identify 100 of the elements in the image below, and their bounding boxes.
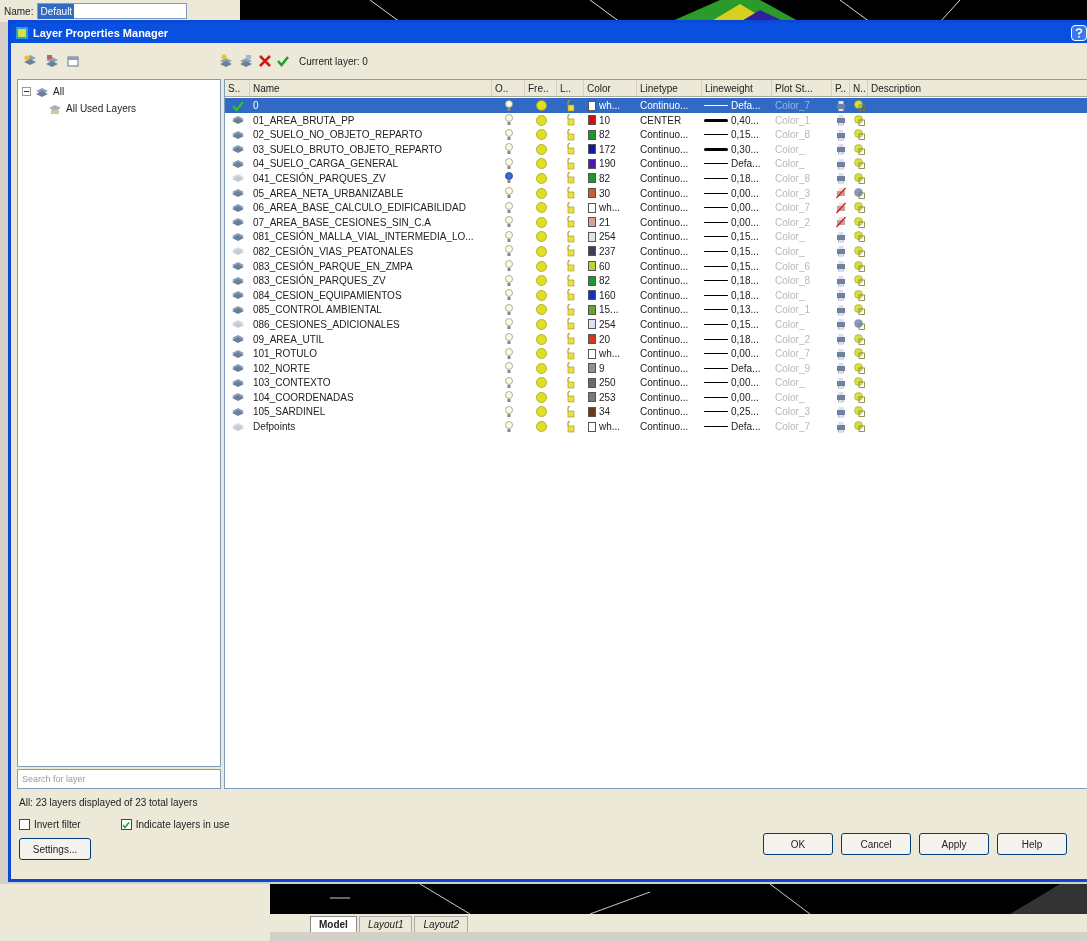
layer-row[interactable]: 085_CONTROL AMBIENTAL 15... Continuo... 0,13... Color_1 xyxy=(225,302,1087,317)
layer-states-icon[interactable] xyxy=(67,55,79,67)
color-swatch[interactable] xyxy=(588,275,596,286)
layer-row[interactable]: 03_SUELO_BRUTO_OBJETO_REPARTO 172 Continuo... 0,30... Color_ xyxy=(225,141,1087,157)
linetype-name[interactable]: Continuo... xyxy=(640,127,689,143)
column-header[interactable]: P.. xyxy=(832,80,850,96)
layer-row[interactable]: 104_COORDENADAS 253 Continuo... 0,00... Color_ xyxy=(225,389,1087,405)
checkmark-icon[interactable] xyxy=(277,55,289,67)
column-header[interactable]: Description xyxy=(868,80,1087,96)
printer-icon[interactable] xyxy=(836,274,846,287)
viewport-freeze-icon[interactable] xyxy=(853,391,865,403)
viewport-freeze-icon[interactable] xyxy=(853,304,865,316)
linetype-name[interactable]: Continuo... xyxy=(640,389,689,405)
viewport-freeze-icon[interactable] xyxy=(853,421,865,433)
viewport-freeze-icon[interactable] xyxy=(853,245,865,257)
layer-name-dropdown[interactable]: Default xyxy=(37,3,188,19)
printer-icon[interactable] xyxy=(836,318,846,331)
viewport-freeze-icon[interactable] xyxy=(853,216,865,228)
color-swatch[interactable] xyxy=(588,334,596,344)
printer-icon[interactable] xyxy=(836,99,846,112)
printer-icon[interactable] xyxy=(836,245,846,258)
color-swatch[interactable] xyxy=(588,406,596,417)
layer-row[interactable]: 083_CESIÓN_PARQUE_EN_ZMPA 60 Continuo... 0,15... Color_6 xyxy=(225,258,1087,274)
layer-row[interactable]: 041_CESIÓN_PARQUES_ZV 82 Continuo... 0,18... Color_8 xyxy=(225,170,1087,186)
linetype-name[interactable]: Continuo... xyxy=(640,404,689,420)
sun-icon[interactable] xyxy=(535,421,547,433)
delete-icon[interactable] xyxy=(259,55,271,67)
printer-icon[interactable] xyxy=(836,260,846,273)
viewport-freeze-icon[interactable] xyxy=(853,231,865,243)
dialog-button[interactable]: Apply xyxy=(919,833,989,855)
new-filter-icon[interactable] xyxy=(23,54,37,68)
lineweight-value[interactable]: 0,30... xyxy=(731,141,759,157)
color-swatch[interactable] xyxy=(588,231,596,242)
checkbox[interactable] xyxy=(120,819,132,830)
color-swatch[interactable] xyxy=(588,261,596,272)
layer-row[interactable]: 09_AREA_UTIL 20 Continuo... 0,18... Color_2 xyxy=(225,331,1087,347)
lineweight-value[interactable]: 0,18... xyxy=(731,287,759,303)
light-bulb-icon[interactable] xyxy=(504,245,513,258)
viewport-freeze-icon[interactable] xyxy=(853,275,865,287)
sun-icon[interactable] xyxy=(535,202,547,214)
unlocked-padlock-icon[interactable] xyxy=(566,362,575,375)
linetype-name[interactable]: Continuo... xyxy=(640,185,689,201)
unlocked-padlock-icon[interactable] xyxy=(566,143,575,156)
linetype-name[interactable]: Continuo... xyxy=(640,331,689,347)
viewport-freeze-icon[interactable] xyxy=(853,348,865,360)
unlocked-padlock-icon[interactable] xyxy=(566,274,575,287)
layer-row[interactable]: 084_CESION_EQUIPAMIENTOS 160 Continuo... 0,18... Color_ xyxy=(225,287,1087,303)
dialog-button[interactable]: Help xyxy=(997,833,1067,855)
light-bulb-icon[interactable] xyxy=(504,260,513,273)
checkbox-label[interactable]: Indicate layers in use xyxy=(135,817,230,832)
unlocked-padlock-icon[interactable] xyxy=(566,260,575,273)
linetype-name[interactable]: Continuo... xyxy=(640,214,689,230)
printer-icon[interactable] xyxy=(836,172,846,185)
lineweight-value[interactable]: 0,18... xyxy=(731,273,759,289)
column-header[interactable]: N.. xyxy=(850,80,868,96)
color-swatch[interactable] xyxy=(588,202,596,213)
viewport-freeze-icon[interactable] xyxy=(853,289,865,301)
new-layer-icon[interactable] xyxy=(219,54,233,68)
viewport-freeze-icon[interactable] xyxy=(853,333,865,345)
light-bulb-icon[interactable] xyxy=(504,230,513,243)
lineweight-value[interactable]: 0,00... xyxy=(731,389,759,405)
lineweight-value[interactable]: 0,00... xyxy=(731,346,759,362)
linetype-name[interactable]: Continuo... xyxy=(640,243,689,259)
layer-row[interactable]: 103_CONTEXTO 250 Continuo... 0,00... Color_ xyxy=(225,375,1087,390)
printer-icon[interactable] xyxy=(836,347,846,360)
unlocked-padlock-icon[interactable] xyxy=(566,303,575,316)
color-swatch[interactable] xyxy=(588,115,596,126)
unlocked-padlock-icon[interactable] xyxy=(566,318,575,331)
sun-icon[interactable] xyxy=(535,348,547,360)
viewport-freeze-icon[interactable] xyxy=(853,362,865,374)
layer-row[interactable]: 102_NORTE 9 Continuo... Defa... Color_9 xyxy=(225,360,1087,376)
printer-icon[interactable] xyxy=(836,391,846,404)
linetype-name[interactable]: Continuo... xyxy=(640,141,689,157)
dialog-button[interactable]: Cancel xyxy=(841,833,911,855)
layout-tab[interactable]: Layout1 xyxy=(358,916,413,932)
lineweight-value[interactable]: 0,15... xyxy=(731,243,759,259)
color-swatch[interactable] xyxy=(588,319,596,330)
sun-icon[interactable] xyxy=(535,100,547,111)
linetype-name[interactable]: Continuo... xyxy=(640,360,689,376)
sun-icon[interactable] xyxy=(535,318,547,330)
search-field[interactable]: Search for layer xyxy=(17,769,221,789)
linetype-name[interactable]: Continuo... xyxy=(640,375,689,391)
light-bulb-icon[interactable] xyxy=(504,362,513,375)
column-header[interactable]: L.. xyxy=(557,80,584,96)
tree-item[interactable]: All xyxy=(53,84,65,99)
sun-icon[interactable] xyxy=(535,275,547,287)
printer-icon[interactable] xyxy=(836,289,846,302)
light-bulb-icon[interactable] xyxy=(504,157,513,170)
unlocked-padlock-icon[interactable] xyxy=(566,128,575,141)
light-bulb-icon[interactable] xyxy=(504,420,513,433)
printer-icon[interactable] xyxy=(836,333,846,345)
sun-icon[interactable] xyxy=(535,172,547,184)
light-bulb-icon[interactable] xyxy=(504,187,513,200)
layout-tab[interactable]: Layout2 xyxy=(414,916,469,932)
sun-icon[interactable] xyxy=(535,260,547,272)
column-header[interactable]: Name xyxy=(250,80,492,96)
printer-icon[interactable] xyxy=(836,376,846,389)
unlocked-padlock-icon[interactable] xyxy=(566,114,575,127)
viewport-freeze-icon[interactable] xyxy=(853,143,865,155)
unlocked-padlock-icon[interactable] xyxy=(566,172,575,185)
